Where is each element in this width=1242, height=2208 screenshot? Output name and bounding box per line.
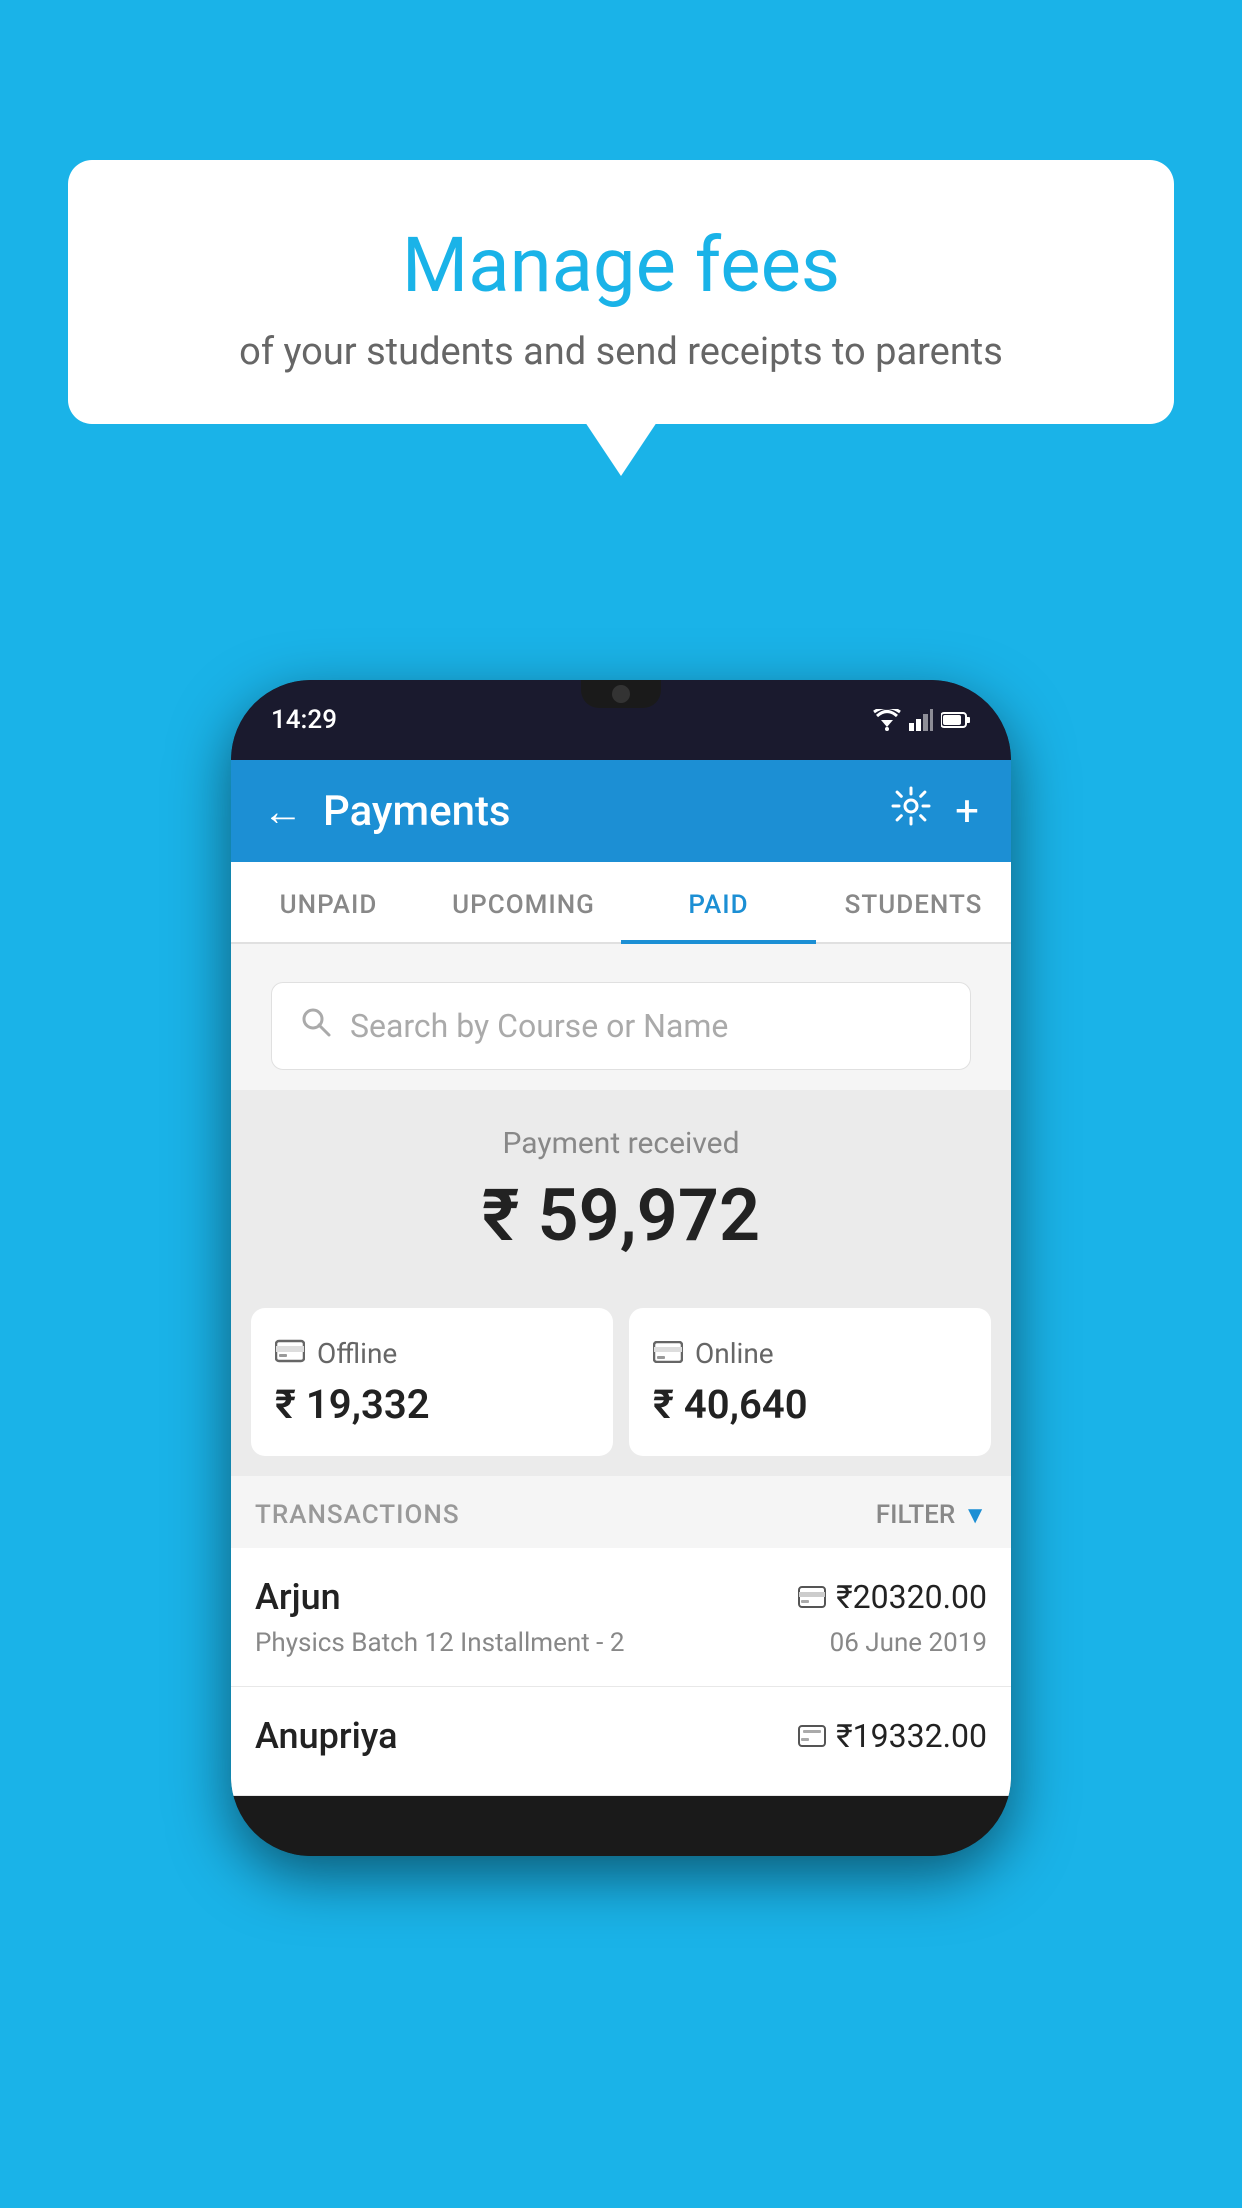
transaction-amount: ₹19332.00 bbox=[798, 1717, 987, 1755]
offline-icon bbox=[275, 1336, 305, 1371]
offline-card-label: Offline bbox=[275, 1336, 589, 1371]
tabs-container: UNPAID UPCOMING PAID STUDENTS bbox=[231, 862, 1011, 944]
payment-received-label: Payment received bbox=[251, 1126, 991, 1161]
course-info: Physics Batch 12 Installment - 2 bbox=[255, 1628, 624, 1658]
online-amount: ₹ 40,640 bbox=[653, 1381, 967, 1428]
status-icons bbox=[873, 709, 971, 731]
search-placeholder: Search by Course or Name bbox=[350, 1007, 728, 1045]
tab-paid[interactable]: PAID bbox=[621, 862, 816, 942]
offline-payment-card: Offline ₹ 19,332 bbox=[251, 1308, 613, 1456]
online-payment-card: Online ₹ 40,640 bbox=[629, 1308, 991, 1456]
status-bar: 14:29 bbox=[231, 680, 1011, 760]
student-name: Anupriya bbox=[255, 1715, 398, 1757]
phone-device: 14:29 bbox=[231, 680, 1011, 1856]
app-screen: ← Payments + UNPAID bbox=[231, 760, 1011, 1796]
battery-icon bbox=[941, 711, 971, 729]
settings-icon[interactable] bbox=[891, 786, 931, 836]
payment-received-amount: ₹ 59,972 bbox=[251, 1173, 991, 1258]
wifi-icon bbox=[873, 709, 901, 731]
header-left: ← Payments bbox=[263, 787, 511, 836]
transactions-header: TRANSACTIONS FILTER ▼ bbox=[231, 1476, 1011, 1548]
phone-bottom bbox=[231, 1796, 1011, 1856]
search-icon bbox=[300, 1005, 332, 1047]
tab-unpaid[interactable]: UNPAID bbox=[231, 862, 426, 942]
payment-type-icon bbox=[798, 1717, 826, 1755]
payment-received-section: Payment received ₹ 59,972 bbox=[231, 1090, 1011, 1288]
front-camera bbox=[612, 685, 630, 703]
transaction-top: Arjun ₹20320.00 bbox=[255, 1576, 987, 1618]
bubble-title: Manage fees bbox=[108, 220, 1134, 310]
status-time: 14:29 bbox=[271, 705, 337, 735]
phone-notch bbox=[581, 680, 661, 708]
header-title: Payments bbox=[323, 787, 511, 836]
phone-shell: 14:29 bbox=[231, 680, 1011, 1856]
transaction-bottom: Physics Batch 12 Installment - 2 06 June… bbox=[255, 1628, 987, 1658]
app-header: ← Payments + bbox=[231, 760, 1011, 862]
add-button[interactable]: + bbox=[955, 787, 979, 836]
header-actions: + bbox=[891, 786, 979, 836]
search-bar[interactable]: Search by Course or Name bbox=[271, 982, 971, 1070]
tab-upcoming[interactable]: UPCOMING bbox=[426, 862, 621, 942]
online-icon bbox=[653, 1336, 683, 1371]
offline-amount: ₹ 19,332 bbox=[275, 1381, 589, 1428]
bubble-subtitle: of your students and send receipts to pa… bbox=[108, 330, 1134, 374]
payment-type-icon bbox=[798, 1578, 826, 1616]
filter-icon: ▼ bbox=[963, 1501, 987, 1530]
signal-icon bbox=[909, 709, 933, 731]
speech-bubble: Manage fees of your students and send re… bbox=[68, 160, 1174, 424]
payment-mode-cards: Offline ₹ 19,332 Onlin bbox=[231, 1288, 1011, 1476]
tab-students[interactable]: STUDENTS bbox=[816, 862, 1011, 942]
student-name: Arjun bbox=[255, 1576, 341, 1618]
transactions-label: TRANSACTIONS bbox=[255, 1500, 460, 1530]
filter-button[interactable]: FILTER ▼ bbox=[876, 1500, 987, 1530]
transaction-row: Arjun ₹20320.00 Physics Batch 1 bbox=[231, 1548, 1011, 1687]
transaction-row: Anupriya ₹19332.00 bbox=[231, 1687, 1011, 1796]
online-card-label: Online bbox=[653, 1336, 967, 1371]
transaction-amount: ₹20320.00 bbox=[798, 1578, 987, 1616]
back-button[interactable]: ← bbox=[263, 788, 303, 835]
transaction-date: 06 June 2019 bbox=[830, 1628, 987, 1658]
transaction-top: Anupriya ₹19332.00 bbox=[255, 1715, 987, 1757]
